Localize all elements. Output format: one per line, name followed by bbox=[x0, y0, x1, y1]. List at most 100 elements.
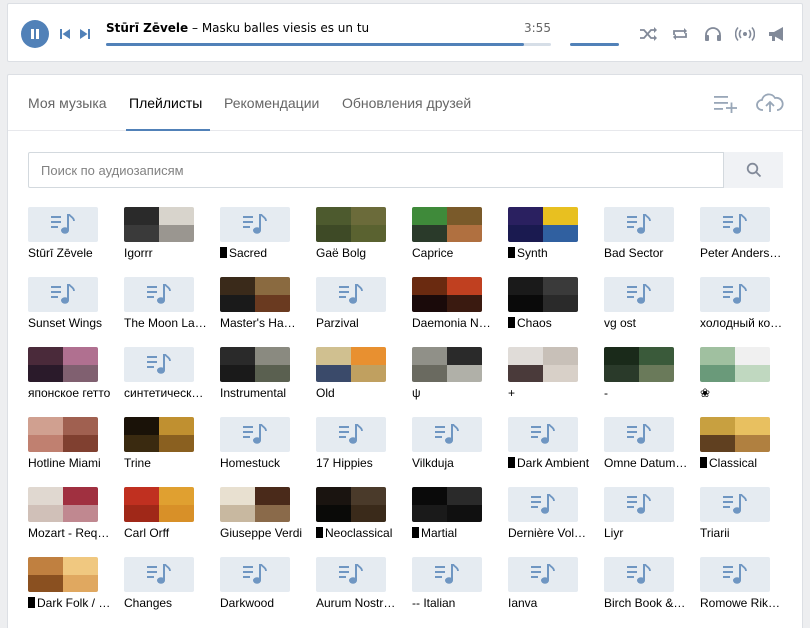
tab-recommendations[interactable]: Рекомендации bbox=[224, 95, 319, 111]
playlist-title[interactable]: Omne Datum … bbox=[604, 456, 688, 470]
playlist-cover[interactable] bbox=[700, 487, 770, 522]
playlist-title[interactable]: 17 Hippies bbox=[316, 456, 400, 470]
add-playlist-icon[interactable] bbox=[713, 93, 739, 113]
playlist-title[interactable]: The Moon Lay… bbox=[124, 316, 208, 330]
playlist-cover[interactable] bbox=[412, 347, 482, 382]
playlist-tile[interactable]: Vilkduja bbox=[412, 417, 502, 477]
playlist-tile[interactable]: ❀ bbox=[700, 347, 790, 407]
playlist-tile[interactable]: Neoclassical bbox=[316, 487, 406, 547]
playlist-title[interactable]: Synth bbox=[508, 246, 592, 260]
playlist-title[interactable]: ❀ bbox=[700, 386, 784, 400]
playlist-title[interactable]: Hotline Miami bbox=[28, 456, 112, 470]
playlist-tile[interactable]: Triarii bbox=[700, 487, 790, 547]
playlist-tile[interactable]: синтетически… bbox=[124, 347, 214, 407]
playlist-title[interactable]: Triarii bbox=[700, 526, 784, 540]
playlist-tile[interactable]: Classical bbox=[700, 417, 790, 477]
playlist-tile[interactable]: Homestuck bbox=[220, 417, 310, 477]
playlist-cover[interactable] bbox=[28, 557, 98, 592]
playlist-tile[interactable]: Romowe Rikoi… bbox=[700, 557, 790, 617]
playlist-tile[interactable]: Caprice bbox=[412, 207, 502, 267]
megaphone-icon[interactable] bbox=[767, 26, 787, 42]
broadcast-icon[interactable] bbox=[735, 26, 755, 42]
playlist-cover[interactable] bbox=[700, 417, 770, 452]
playlist-cover[interactable] bbox=[508, 557, 578, 592]
playlist-cover[interactable] bbox=[124, 557, 194, 592]
playlist-title[interactable]: - bbox=[604, 386, 688, 400]
playlist-cover[interactable] bbox=[220, 417, 290, 452]
playlist-cover[interactable] bbox=[700, 557, 770, 592]
playlist-title[interactable]: Sunset Wings bbox=[28, 316, 112, 330]
playlist-tile[interactable]: - bbox=[604, 347, 694, 407]
playlist-cover[interactable] bbox=[220, 277, 290, 312]
playlist-tile[interactable]: Liyr bbox=[604, 487, 694, 547]
playlist-title[interactable]: Carl Orff bbox=[124, 526, 208, 540]
tab-friends-updates[interactable]: Обновления друзей bbox=[342, 95, 471, 111]
playlist-title[interactable]: Classical bbox=[700, 456, 784, 470]
playlist-title[interactable]: + bbox=[508, 386, 592, 400]
playlist-tile[interactable]: Dernière Volo… bbox=[508, 487, 598, 547]
playlist-title[interactable]: Caprice bbox=[412, 246, 496, 260]
playlist-tile[interactable]: японское гетто bbox=[28, 347, 118, 407]
playlist-title[interactable]: Aurum Nostrum bbox=[316, 596, 400, 610]
playlist-cover[interactable] bbox=[412, 207, 482, 242]
playlist-title[interactable]: Martial bbox=[412, 526, 496, 540]
playlist-tile[interactable]: Gaë Bolg bbox=[316, 207, 406, 267]
playlist-cover[interactable] bbox=[124, 347, 194, 382]
playlist-title[interactable]: синтетически… bbox=[124, 386, 208, 400]
playlist-tile[interactable]: Stūrī Zēvele bbox=[28, 207, 118, 267]
playlist-cover[interactable] bbox=[124, 277, 194, 312]
playlist-tile[interactable]: Old bbox=[316, 347, 406, 407]
search-button[interactable] bbox=[723, 152, 783, 188]
playlist-cover[interactable] bbox=[220, 487, 290, 522]
playlist-cover[interactable] bbox=[412, 417, 482, 452]
playlist-cover[interactable] bbox=[220, 557, 290, 592]
playlist-tile[interactable]: Hotline Miami bbox=[28, 417, 118, 477]
playlist-tile[interactable]: 17 Hippies bbox=[316, 417, 406, 477]
playlist-title[interactable]: Trine bbox=[124, 456, 208, 470]
playlist-tile[interactable]: Synth bbox=[508, 207, 598, 267]
playlist-title[interactable]: Bad Sector bbox=[604, 246, 688, 260]
playlist-cover[interactable] bbox=[508, 207, 578, 242]
track-artist[interactable]: Stūrī Zēvele bbox=[106, 21, 188, 35]
playlist-title[interactable]: Liyr bbox=[604, 526, 688, 540]
upload-icon[interactable] bbox=[756, 92, 784, 114]
playlist-cover[interactable] bbox=[28, 277, 98, 312]
playlist-cover[interactable] bbox=[604, 557, 674, 592]
playlist-cover[interactable] bbox=[316, 207, 386, 242]
playlist-cover[interactable] bbox=[412, 277, 482, 312]
playlist-cover[interactable] bbox=[700, 207, 770, 242]
playlist-title[interactable]: Changes bbox=[124, 596, 208, 610]
playlist-tile[interactable]: Chaos bbox=[508, 277, 598, 337]
volume-slider[interactable] bbox=[570, 43, 619, 46]
playlist-cover[interactable] bbox=[508, 277, 578, 312]
playlist-tile[interactable]: ψ bbox=[412, 347, 502, 407]
playlist-title[interactable]: Master's Ham… bbox=[220, 316, 304, 330]
playlist-cover[interactable] bbox=[700, 277, 770, 312]
progress-bar[interactable] bbox=[106, 43, 551, 46]
playlist-cover[interactable] bbox=[412, 557, 482, 592]
playlist-title[interactable]: Dernière Volo… bbox=[508, 526, 592, 540]
prev-icon[interactable] bbox=[59, 28, 71, 40]
playlist-title[interactable]: vg ost bbox=[604, 316, 688, 330]
playlist-tile[interactable]: Changes bbox=[124, 557, 214, 617]
playlist-cover[interactable] bbox=[508, 487, 578, 522]
playlist-cover[interactable] bbox=[508, 347, 578, 382]
playlist-title[interactable]: Giuseppe Verdi bbox=[220, 526, 304, 540]
playlist-tile[interactable]: Birch Book & I… bbox=[604, 557, 694, 617]
playlist-title[interactable]: японское гетто bbox=[28, 386, 112, 400]
playlist-tile[interactable]: Carl Orff bbox=[124, 487, 214, 547]
playlist-cover[interactable] bbox=[220, 347, 290, 382]
playlist-tile[interactable]: Sacred bbox=[220, 207, 310, 267]
playlist-cover[interactable] bbox=[124, 417, 194, 452]
playlist-tile[interactable]: Bad Sector bbox=[604, 207, 694, 267]
playlist-cover[interactable] bbox=[316, 277, 386, 312]
playlist-title[interactable]: Parzival bbox=[316, 316, 400, 330]
playlist-title[interactable]: Birch Book & I… bbox=[604, 596, 688, 610]
headphones-icon[interactable] bbox=[703, 26, 723, 42]
playlist-cover[interactable] bbox=[604, 347, 674, 382]
playlist-tile[interactable]: Mozart - Requi… bbox=[28, 487, 118, 547]
playlist-tile[interactable]: Peter Anderss… bbox=[700, 207, 790, 267]
playlist-tile[interactable]: + bbox=[508, 347, 598, 407]
playlist-tile[interactable]: Darkwood bbox=[220, 557, 310, 617]
playlist-cover[interactable] bbox=[604, 277, 674, 312]
